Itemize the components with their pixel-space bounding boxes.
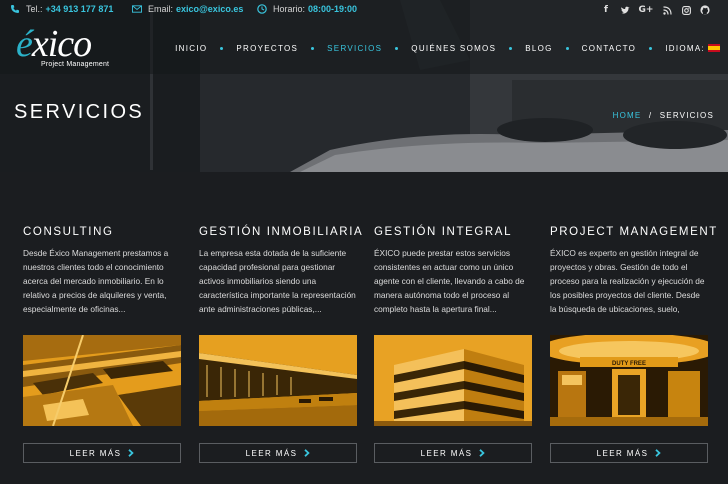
hero-banner: Tel.: +34 913 177 871 Email: exico@exico… (0, 0, 728, 172)
page-title: SERVICIOS (14, 101, 145, 123)
clock-icon (257, 4, 267, 14)
read-more-button[interactable]: LEER MÁS (23, 443, 181, 463)
service-card-consulting: CONSULTING Desde Éxico Management presta… (23, 226, 181, 463)
service-card-gestion-inmobiliaria: GESTIÓN INMOBILIARIA La empresa esta dot… (199, 226, 364, 463)
service-title: GESTIÓN INTEGRAL (374, 226, 513, 238)
service-description: ÉXICO puede prestar estos servicios cons… (374, 248, 525, 314)
service-title: PROJECT MANAGEMENT (550, 226, 718, 238)
email-info: Email: exico@exico.es (132, 4, 243, 14)
exico-logo[interactable]: éxico Project Management (16, 23, 116, 72)
email-label: Email: (148, 4, 174, 14)
nav-separator-dot (565, 47, 569, 50)
nav-separator-dot (220, 47, 224, 50)
spain-flag-icon (708, 44, 720, 52)
nav-item-proyectos[interactable]: PROYECTOS (236, 44, 298, 53)
service-title: GESTIÓN INMOBILIARIA (199, 226, 364, 238)
chevron-right-icon (655, 449, 662, 457)
read-more-button[interactable]: LEER MÁS (374, 443, 532, 463)
google-plus-icon[interactable]: G+ (639, 4, 654, 16)
service-description: La empresa esta dotada de la suficiente … (199, 248, 356, 314)
breadcrumb-home-link[interactable]: HOME (613, 111, 642, 120)
nav-item-inicio[interactable]: INICIO (175, 44, 207, 53)
breadcrumb-separator: / (648, 111, 653, 120)
facebook-icon[interactable]: f (601, 4, 611, 16)
service-description: Desde Éxico Management prestamos a nuest… (23, 248, 169, 314)
hours-label: Horario: (273, 4, 306, 14)
chevron-right-icon (304, 449, 311, 457)
phone-label: Tel.: (26, 4, 43, 14)
email-address[interactable]: exico@exico.es (176, 4, 243, 14)
contact-topbar: Tel.: +34 913 177 871 Email: exico@exico… (0, 0, 728, 22)
chevron-right-icon (128, 449, 135, 457)
instagram-icon[interactable] (681, 4, 691, 16)
language-selector[interactable]: IDIOMA: (665, 44, 720, 53)
logo-word-rest: xico (31, 23, 92, 65)
read-more-button[interactable]: LEER MÁS (550, 443, 708, 463)
service-title: CONSULTING (23, 226, 114, 238)
duty-free-sign: DUTY FREE (612, 361, 646, 367)
nav-separator-dot (649, 47, 653, 50)
chevron-right-icon (479, 449, 486, 457)
breadcrumb: HOME / SERVICIOS (613, 111, 714, 120)
rss-icon[interactable] (662, 4, 672, 16)
service-card-gestion-integral: GESTIÓN INTEGRAL ÉXICO puede prestar est… (374, 226, 532, 463)
nav-separator-dot (509, 47, 513, 50)
nav-separator-dot (395, 47, 399, 50)
duty-free-store-photo[interactable]: DUTY FREE (550, 335, 708, 426)
service-card-project-management: PROJECT MANAGEMENT ÉXICO es experto en g… (550, 226, 718, 463)
main-navbar: éxico Project Management INICIO PROYECTO… (0, 22, 728, 74)
nav-separator-dot (311, 47, 315, 50)
hours-info: Horario: 08:00-19:00 (257, 4, 357, 14)
phone-info: Tel.: +34 913 177 871 (10, 4, 113, 14)
nav-item-quienes-somos[interactable]: QUIÉNES SOMOS (411, 44, 496, 53)
office-building-photo[interactable] (374, 335, 532, 426)
read-more-button[interactable]: LEER MÁS (199, 443, 357, 463)
read-more-label: LEER MÁS (245, 448, 298, 458)
github-icon[interactable] (700, 4, 710, 16)
read-more-label: LEER MÁS (596, 448, 649, 458)
nav-item-servicios[interactable]: SERVICIOS (327, 44, 382, 53)
twitter-icon[interactable] (620, 4, 630, 16)
warehouse-building-photo[interactable] (199, 335, 357, 426)
social-links: f G+ (601, 4, 710, 16)
nav-item-blog[interactable]: BLOG (525, 44, 552, 53)
service-description: ÉXICO es experto en gestión integral de … (550, 248, 705, 314)
phone-icon (10, 4, 20, 14)
language-label: IDIOMA: (665, 44, 705, 53)
main-menu: INICIO PROYECTOS SERVICIOS QUIÉNES SOMOS… (175, 44, 720, 53)
logo-tagline: Project Management (41, 61, 110, 68)
logo-wordmark: éxico (16, 22, 92, 66)
logo-accent-letter: é (16, 23, 33, 65)
read-more-label: LEER MÁS (69, 448, 122, 458)
hours-value: 08:00-19:00 (308, 4, 358, 14)
envelope-icon (132, 4, 142, 14)
services-section: CONSULTING Desde Éxico Management presta… (0, 172, 728, 484)
breadcrumb-current: SERVICIOS (659, 111, 714, 120)
phone-number[interactable]: +34 913 177 871 (46, 4, 114, 14)
industrial-estate-aerial-photo[interactable] (23, 335, 181, 426)
read-more-label: LEER MÁS (420, 448, 473, 458)
nav-item-contacto[interactable]: CONTACTO (582, 44, 637, 53)
